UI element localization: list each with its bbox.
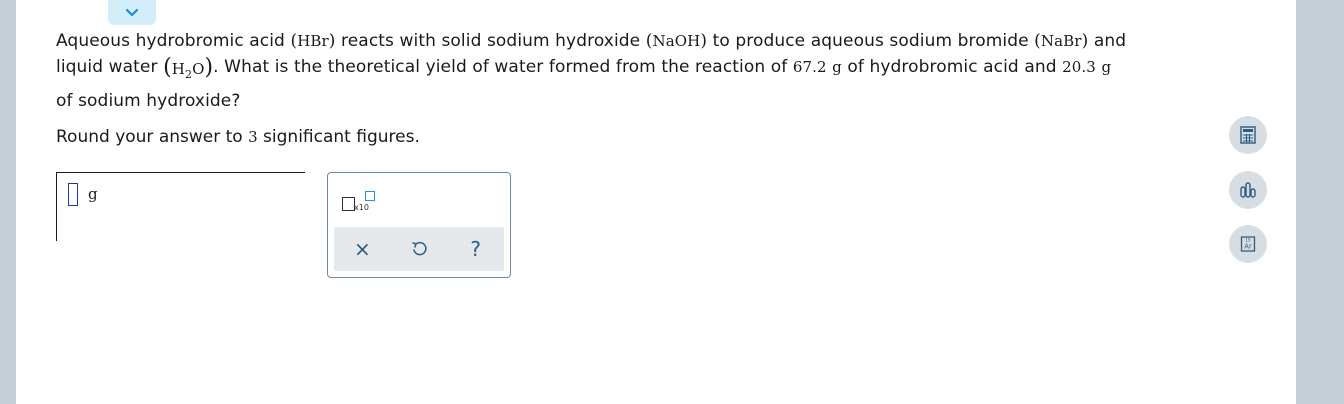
sig-fig-instruction: Round your answer to 3 significant figur… (56, 127, 420, 147)
question-text-segment: of hydrobromic acid and (847, 57, 1063, 77)
mass-naoh-unit: g (1101, 58, 1112, 76)
formula-hbr: (HBr) (290, 31, 336, 51)
mass-hbr-unit: g (832, 58, 842, 76)
question-panel: Aqueous hydrobromic acid (HBr) reacts wi… (16, 0, 1296, 404)
question-line-1: Aqueous hydrobromic acid (HBr) reacts wi… (56, 28, 1206, 54)
exponent-box-icon (365, 191, 375, 201)
question-line-2: liquid water (H2O). What is the theoreti… (56, 54, 1206, 88)
times-ten-label: x10 (354, 203, 369, 212)
data-chart-button[interactable] (1229, 171, 1267, 209)
element-symbol: Ar (1244, 243, 1252, 251)
question-text-segment: reacts with solid sodium hydroxide (341, 31, 646, 51)
question-line-3: of sodium hydroxide? (56, 91, 241, 111)
undo-icon (412, 241, 427, 256)
formula-subscript: 2 (184, 68, 193, 81)
formula-text: O (192, 60, 205, 78)
answer-area[interactable]: g (56, 172, 305, 241)
mass-naoh-value: 20.3 (1062, 58, 1096, 76)
question-mark-icon: ? (470, 237, 481, 261)
toolbox-actions: × ? (334, 227, 504, 271)
formula-naoh: (NaOH) (645, 31, 708, 51)
collapse-toggle[interactable] (108, 0, 156, 25)
help-button[interactable]: ? (460, 233, 492, 265)
periodic-table-button[interactable]: 19 Ar (1229, 225, 1267, 263)
mass-hbr-value: 67.2 (792, 58, 827, 76)
calculator-icon (1240, 126, 1256, 144)
instruction-text: significant figures. (257, 127, 420, 147)
scientific-notation-button[interactable]: x10 (342, 191, 382, 215)
close-icon: × (353, 237, 371, 261)
answer-unit: g (88, 185, 98, 203)
formula-h2o: (H2O) (163, 55, 214, 81)
question-text-segment: and (1093, 31, 1127, 51)
formula-text: NaOH (652, 32, 701, 50)
sig-fig-count: 3 (248, 128, 258, 146)
bar-chart-icon (1240, 182, 1256, 198)
question-text: Aqueous hydrobromic acid (HBr) reacts wi… (56, 28, 1206, 114)
question-text-segment: to produce aqueous sodium bromide (712, 31, 1035, 51)
question-text-segment: liquid water (56, 57, 164, 77)
answer-input[interactable] (68, 183, 78, 206)
math-toolbox: x10 × ? (327, 172, 511, 278)
chevron-down-icon (125, 8, 139, 16)
undo-button[interactable] (403, 233, 435, 265)
question-text-segment: Aqueous hydrobromic acid (56, 31, 291, 51)
instruction-text: Round your answer to (56, 127, 249, 147)
formula-text: HBr (297, 32, 329, 50)
clear-button[interactable]: × (346, 233, 378, 265)
formula-text: H (171, 60, 185, 78)
formula-text: NaBr (1040, 32, 1082, 50)
calculator-button[interactable] (1229, 116, 1267, 154)
formula-nabr: (NaBr) (1034, 31, 1089, 51)
question-text-segment: . What is the theoretical yield of water… (213, 57, 793, 77)
periodic-element-icon: 19 Ar (1240, 236, 1256, 252)
